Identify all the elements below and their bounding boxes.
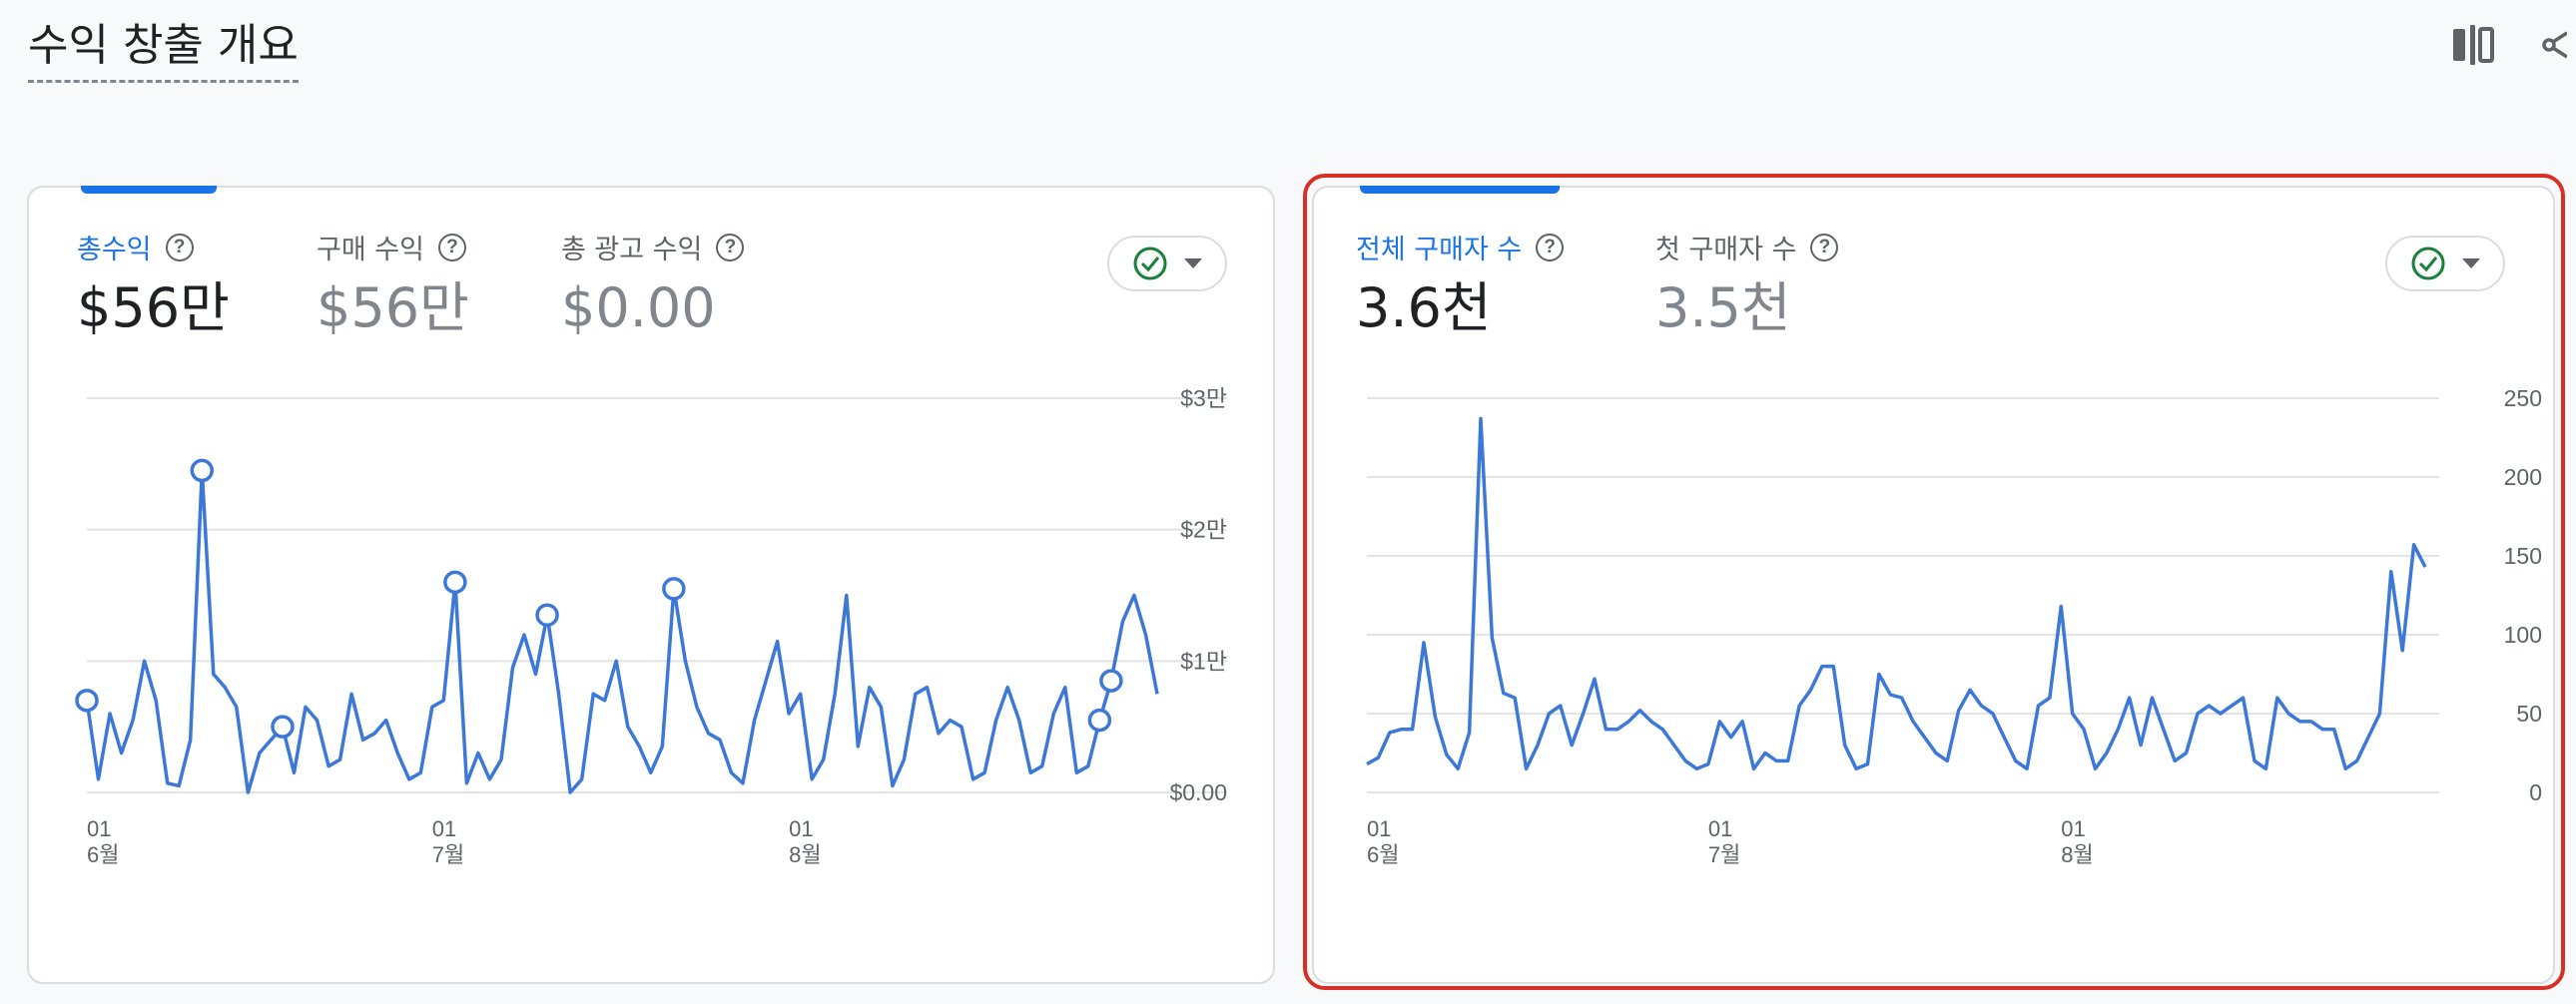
x-tick-label: 01: [789, 816, 813, 841]
x-tick-label: 01: [1708, 816, 1732, 841]
y-tick-label: $2만: [1180, 517, 1227, 543]
share-icon[interactable]: [2530, 22, 2576, 68]
x-tick-label: 01: [1367, 816, 1391, 841]
y-tick-label: 0: [2529, 779, 2542, 805]
revenue-line-chart: $0.00$1만$2만$3만016월017월018월: [75, 385, 1227, 867]
y-tick-label: 200: [2504, 464, 2542, 490]
compare-columns-icon[interactable]: [2450, 22, 2496, 68]
x-tick-label: 8월: [2061, 842, 2093, 867]
anomaly-marker[interactable]: [535, 603, 559, 627]
y-tick-label: 150: [2504, 543, 2542, 569]
y-tick-label: $3만: [1180, 385, 1227, 411]
series-line: [85, 468, 1159, 794]
anomaly-marker[interactable]: [271, 715, 295, 739]
anomaly-marker[interactable]: [662, 577, 686, 601]
anomaly-marker[interactable]: [75, 689, 99, 713]
header-toolbar: [2450, 22, 2576, 68]
x-tick-label: 01: [432, 816, 456, 841]
anomaly-marker[interactable]: [443, 570, 467, 595]
x-tick-label: 6월: [1367, 842, 1399, 867]
y-tick-label: $1만: [1180, 648, 1227, 674]
x-tick-label: 01: [2061, 816, 2085, 841]
x-tick-label: 7월: [1708, 842, 1740, 867]
revenue-card: 총수익 ? $56만 구매 수익 ? $56만 총 광고 수익 ? $0.00 …: [27, 186, 1275, 984]
y-tick-label: 250: [2504, 385, 2542, 411]
buyers-line-chart: 050100150200250016월017월018월: [1366, 385, 2542, 867]
y-tick-label: 50: [2516, 701, 2542, 727]
buyers-card: 전체 구매자 수 ? 3.6천 첫 구매자 수 ? 3.5천 0 50 100 150…: [1312, 186, 2555, 984]
x-tick-label: 6월: [87, 842, 119, 867]
series-line: [1366, 416, 2427, 771]
x-tick-label: 01: [87, 816, 111, 841]
anomaly-marker[interactable]: [190, 458, 215, 483]
y-tick-label: $0.00: [1169, 779, 1227, 805]
anomaly-marker[interactable]: [1099, 669, 1123, 693]
x-tick-label: 7월: [432, 842, 464, 867]
anomaly-marker[interactable]: [1087, 708, 1112, 733]
page-title: 수익 창출 개요: [28, 18, 299, 83]
x-tick-label: 8월: [789, 842, 821, 867]
y-tick-label: 100: [2504, 622, 2542, 648]
